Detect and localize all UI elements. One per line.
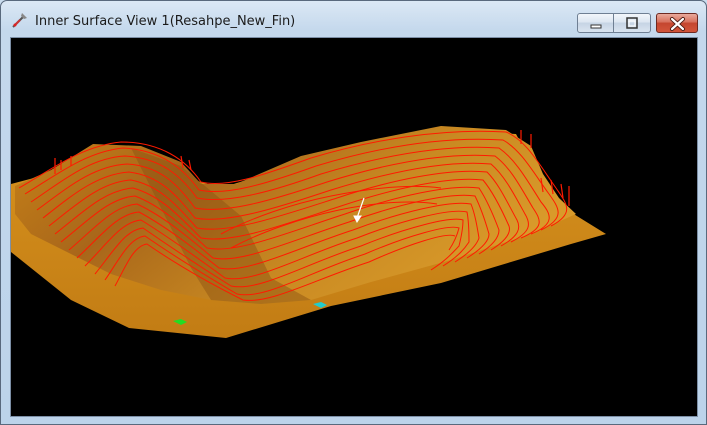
close-button[interactable]	[656, 13, 698, 33]
surface-viewport[interactable]	[10, 37, 698, 417]
close-icon	[670, 17, 685, 31]
window-title: Inner Surface View 1(Resahpe_New_Fin)	[35, 14, 296, 29]
app-window: Inner Surface View 1(Resahpe_New_Fin)	[0, 0, 707, 425]
surface-view-app-icon	[12, 13, 27, 28]
title-bar[interactable]: Inner Surface View 1(Resahpe_New_Fin)	[1, 1, 706, 35]
3d-surface-render[interactable]	[11, 38, 697, 416]
restore-icon	[626, 17, 638, 29]
maximize-button[interactable]	[614, 13, 651, 33]
minimize-icon	[590, 24, 602, 29]
minimize-button[interactable]	[577, 13, 614, 33]
